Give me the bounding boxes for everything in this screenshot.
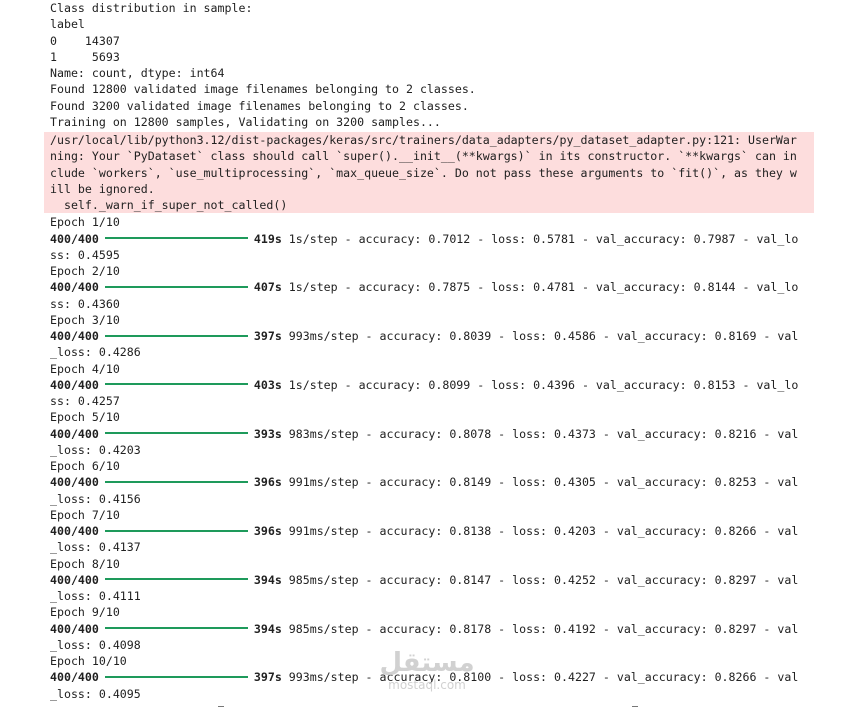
epoch-label: Epoch 1/10 bbox=[50, 215, 120, 230]
step-count: 400/400 bbox=[50, 231, 99, 246]
epoch-progress-line: 400/400 397s 993ms/step - accuracy: 0.803… bbox=[50, 328, 820, 344]
epoch-time: 407s bbox=[253, 280, 282, 295]
epoch-metrics-wrap: ss: 0.4595 bbox=[50, 247, 120, 262]
epoch-label: Epoch 2/10 bbox=[50, 264, 120, 278]
output-line: Class distribution in sample: bbox=[50, 1, 253, 15]
warning-line: ning: Your `PyDataset` class should call… bbox=[50, 149, 797, 164]
watermark-text: mostaql.com bbox=[388, 678, 466, 692]
epoch-progress-line: 400/400 393s 983ms/step - accuracy: 0.807… bbox=[50, 426, 820, 442]
progress-bar bbox=[104, 285, 248, 288]
step-count: 400/400 bbox=[50, 426, 99, 441]
epoch-label: Epoch 5/10 bbox=[50, 410, 120, 425]
epoch-progress-line: 400/400 419s 1s/step - accuracy: 0.7012 -… bbox=[50, 231, 820, 247]
step-count: 400/400 bbox=[50, 670, 99, 685]
step-count: 400/400 bbox=[50, 572, 99, 587]
epoch-progress-line: 400/400 394s 985ms/step - accuracy: 0.814… bbox=[50, 572, 820, 588]
warning-line: /usr/local/lib/python3.12/dist-packages/… bbox=[50, 133, 797, 147]
epoch-metrics: 985ms/step - accuracy: 0.8178 - loss: 0.… bbox=[288, 621, 799, 636]
training-log: Epoch 1/10 400/400 419s 1s/step - accuracy… bbox=[50, 214, 820, 702]
epoch-metrics-wrap: _loss: 0.4286 bbox=[50, 345, 141, 360]
progress-bar bbox=[104, 627, 248, 629]
progress-bar bbox=[104, 529, 248, 532]
step-count: 400/400 bbox=[50, 475, 99, 490]
epoch-metrics: 983ms/step - accuracy: 0.8078 - loss: 0.… bbox=[288, 426, 799, 441]
step-count: 400/400 bbox=[50, 377, 99, 392]
epoch-time: 393s bbox=[253, 426, 282, 441]
epoch-metrics: 1s/step - accuracy: 0.7012 - loss: 0.578… bbox=[288, 231, 799, 246]
epoch-metrics-wrap: _loss: 0.4137 bbox=[50, 540, 141, 555]
epoch-label: Epoch 9/10 bbox=[50, 605, 120, 620]
epoch-label: Epoch 6/10 bbox=[50, 459, 120, 473]
warning-line: clude `workers`, `use_multiprocessing`, … bbox=[50, 165, 797, 180]
epoch-progress-line: 400/400 407s 1s/step - accuracy: 0.7875 -… bbox=[50, 279, 820, 295]
cell-output: Class distribution in sample: label 0 1430… bbox=[44, 0, 820, 702]
step-count: 400/400 bbox=[50, 621, 99, 636]
epoch-time: 396s bbox=[253, 524, 282, 538]
output-line: Name: count, dtype: int64 bbox=[50, 66, 225, 80]
epoch-metrics: 993ms/step - accuracy: 0.8100 - loss: 0.… bbox=[288, 670, 799, 685]
epoch-progress-line: 400/400 394s 985ms/step - accuracy: 0.817… bbox=[50, 621, 820, 637]
output-line: label bbox=[50, 17, 85, 32]
progress-bar bbox=[104, 480, 248, 483]
epoch-label: Epoch 4/10 bbox=[50, 361, 120, 376]
stdout-header: Class distribution in sample: label 0 1430… bbox=[50, 0, 820, 130]
output-line: Found 12800 validated image filenames be… bbox=[50, 82, 476, 97]
epoch-metrics-wrap: ss: 0.4360 bbox=[50, 296, 120, 311]
mostaql-watermark: مستقل mostaql.com bbox=[372, 648, 482, 696]
output-line: 0 14307 bbox=[50, 33, 120, 48]
epoch-metrics-wrap: _loss: 0.4111 bbox=[50, 589, 141, 603]
epoch-time: 403s bbox=[253, 377, 282, 392]
epoch-metrics: 991ms/step - accuracy: 0.8138 - loss: 0.… bbox=[288, 524, 799, 538]
epoch-metrics-wrap: _loss: 0.4156 bbox=[50, 491, 141, 506]
epoch-metrics: 1s/step - accuracy: 0.8099 - loss: 0.439… bbox=[288, 377, 799, 392]
epoch-progress-line: 400/400 396s 991ms/step - accuracy: 0.814… bbox=[50, 474, 820, 490]
epoch-metrics: 985ms/step - accuracy: 0.8147 - loss: 0.… bbox=[288, 572, 799, 587]
epoch-time: 394s bbox=[253, 621, 282, 636]
step-count: 400/400 bbox=[50, 329, 99, 343]
step-count: 400/400 bbox=[50, 524, 99, 538]
stderr-warning: /usr/local/lib/python3.12/dist-packages/… bbox=[44, 132, 814, 214]
watermark-logo: مستقل bbox=[379, 648, 475, 678]
warning-line: ill be ignored. bbox=[50, 181, 155, 196]
epoch-progress-line: 400/400 396s 991ms/step - accuracy: 0.813… bbox=[50, 523, 820, 539]
epoch-time: 397s bbox=[253, 329, 282, 343]
output-line: 1 5693 bbox=[50, 49, 120, 64]
epoch-label: Epoch 3/10 bbox=[50, 312, 120, 327]
epoch-label: Epoch 7/10 bbox=[50, 507, 120, 522]
progress-bar bbox=[104, 578, 248, 581]
epoch-time: 394s bbox=[253, 572, 282, 587]
epoch-metrics-wrap: _loss: 0.4203 bbox=[50, 442, 141, 457]
output-line: Found 3200 validated image filenames bel… bbox=[50, 98, 469, 113]
progress-bar bbox=[104, 432, 248, 434]
progress-bar bbox=[104, 237, 248, 239]
progress-bar bbox=[104, 383, 248, 386]
warning-line: self._warn_if_super_not_called() bbox=[50, 198, 288, 212]
epoch-metrics: 991ms/step - accuracy: 0.8149 - loss: 0.… bbox=[288, 475, 799, 490]
epoch-time: 397s bbox=[253, 670, 282, 685]
epoch-label: Epoch 8/10 bbox=[50, 556, 120, 571]
epoch-progress-line: 400/400 403s 1s/step - accuracy: 0.8099 -… bbox=[50, 377, 820, 393]
progress-bar bbox=[104, 334, 248, 337]
progress-bar bbox=[104, 675, 248, 678]
output-line: Training on 12800 samples, Validating on… bbox=[50, 114, 441, 129]
step-count: 400/400 bbox=[50, 280, 99, 295]
epoch-metrics: 993ms/step - accuracy: 0.8039 - loss: 0.… bbox=[288, 329, 799, 343]
epoch-metrics-wrap: ss: 0.4257 bbox=[50, 394, 120, 408]
epoch-time: 419s bbox=[253, 231, 282, 246]
epoch-metrics: 1s/step - accuracy: 0.7875 - loss: 0.478… bbox=[288, 280, 799, 295]
epoch-time: 396s bbox=[253, 475, 282, 490]
